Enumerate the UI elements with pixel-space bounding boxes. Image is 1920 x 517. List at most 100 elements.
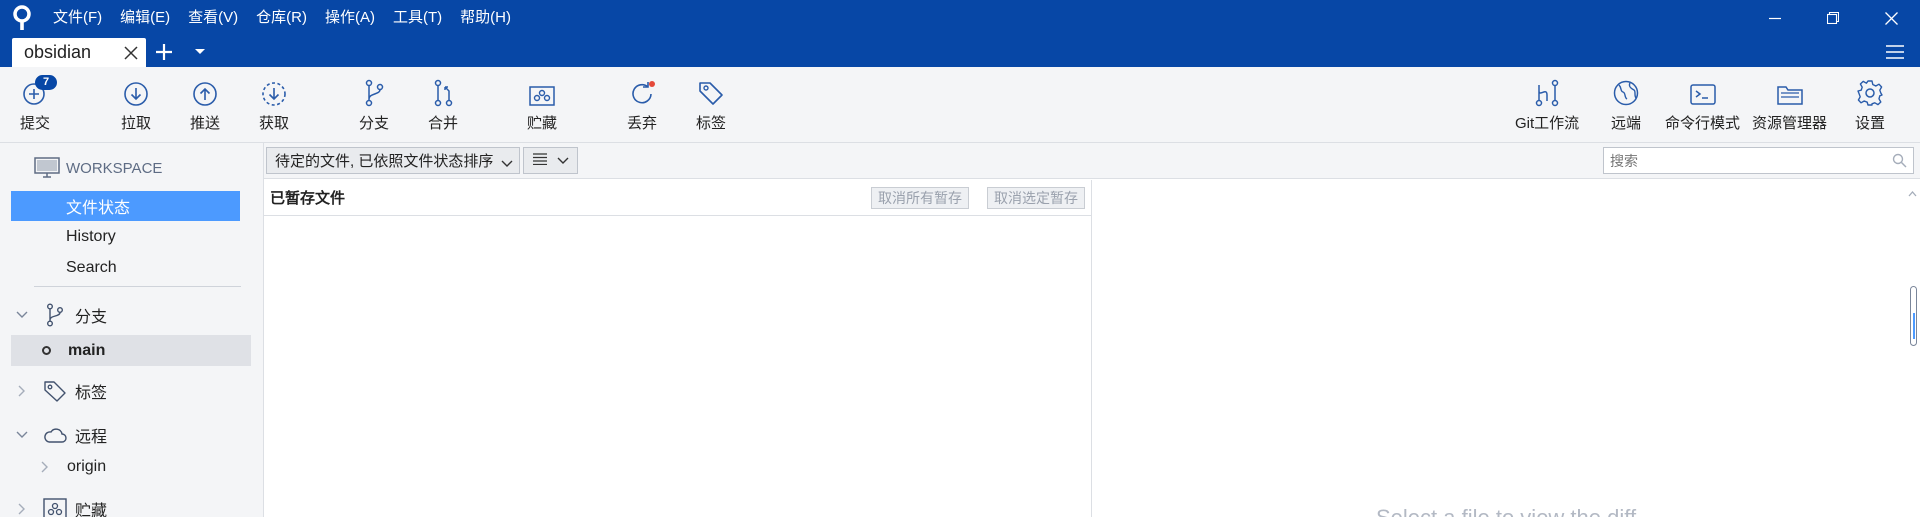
settings-label: 设置: [1854, 115, 1885, 132]
menu-tools[interactable]: 工具(T): [384, 0, 451, 36]
branch-item-main[interactable]: main: [11, 335, 251, 366]
git-flow-icon: [1517, 67, 1577, 107]
commit-count-badge: 7: [35, 75, 57, 90]
menu-help[interactable]: 帮助(H): [451, 0, 520, 36]
menu-repository[interactable]: 仓库(R): [247, 0, 316, 36]
sidebar-item-history[interactable]: History: [11, 222, 240, 252]
cloud-icon: [43, 423, 67, 447]
staged-files-title: 已暂存文件: [270, 190, 346, 207]
chevron-right-icon[interactable]: [15, 385, 29, 397]
history-label: History: [66, 228, 116, 245]
tab-list-chevron-down-icon[interactable]: [188, 40, 212, 64]
search-icon: [1892, 153, 1907, 171]
origin-label: origin: [67, 458, 107, 475]
close-icon[interactable]: [1862, 0, 1920, 36]
file-status-label: 文件状态: [66, 200, 131, 217]
branch-icon: [43, 303, 67, 327]
diff-panel: Select a file to view the diff: [1093, 180, 1920, 517]
explorer-button[interactable]: 资源管理器: [1752, 67, 1827, 143]
menu-view[interactable]: 查看(V): [179, 0, 247, 36]
remote-button[interactable]: 远端: [1596, 67, 1656, 143]
title-bar: 文件(F) 编辑(E) 查看(V) 仓库(R) 操作(A) 工具(T) 帮助(H…: [0, 0, 1920, 36]
stash-button[interactable]: 贮藏: [512, 67, 572, 143]
chevron-right-icon[interactable]: [15, 503, 29, 515]
file-status-filter-dropdown[interactable]: 待定的文件, 已依照文件状态排序: [266, 147, 520, 174]
chevron-down-icon[interactable]: [15, 311, 29, 319]
gear-icon: [1840, 67, 1900, 107]
diff-scrollbar[interactable]: [1904, 180, 1920, 517]
new-tab-plus-icon[interactable]: [150, 40, 178, 64]
tag-button[interactable]: 标签: [681, 67, 741, 143]
fetch-label: 获取: [258, 115, 289, 132]
push-arrow-up-icon: [175, 67, 235, 107]
stash-label: 贮藏: [526, 115, 557, 132]
current-branch-circle-icon: [42, 346, 51, 355]
repo-tab[interactable]: obsidian: [12, 38, 146, 67]
tag-icon: [681, 67, 741, 107]
folder-icon: [1760, 67, 1820, 107]
discard-refresh-icon: [612, 67, 672, 107]
restore-icon[interactable]: [1804, 0, 1862, 36]
window-controls: [1746, 0, 1920, 36]
menu-file[interactable]: 文件(F): [44, 0, 111, 36]
sidebar-section-remotes[interactable]: 远程: [11, 419, 251, 451]
menu-edit[interactable]: 编辑(E): [111, 0, 179, 36]
tag-icon: [43, 379, 67, 403]
branch-label: 分支: [358, 115, 389, 132]
commit-button[interactable]: 7 提交: [5, 67, 65, 143]
branch-button[interactable]: 分支: [344, 67, 404, 143]
view-mode-dropdown[interactable]: [523, 147, 578, 174]
terminal-icon: [1673, 67, 1733, 107]
chevron-down-icon[interactable]: [15, 431, 29, 439]
staged-files-panel: 已暂存文件 取消所有暂存 取消选定暂存: [264, 180, 1092, 517]
unstage-all-button[interactable]: 取消所有暂存: [871, 187, 969, 209]
repo-tab-label: obsidian: [24, 42, 92, 62]
diff-placeholder-text: Select a file to view the diff: [1376, 505, 1636, 517]
discard-button[interactable]: 丢弃: [612, 67, 672, 143]
tab-close-icon[interactable]: [122, 44, 140, 62]
terminal-button[interactable]: 命令行模式: [1665, 67, 1740, 143]
tag-label: 标签: [695, 115, 726, 132]
pull-button[interactable]: 拉取: [106, 67, 166, 143]
scrollbar-thumb[interactable]: [1910, 286, 1917, 346]
branch-name: main: [68, 341, 106, 359]
search-input[interactable]: [1610, 152, 1880, 169]
sidebar-item-file-status[interactable]: 文件状态: [11, 191, 240, 221]
menu-actions[interactable]: 操作(A): [316, 0, 384, 36]
fetch-dashed-arrow-icon: [244, 67, 304, 107]
discard-label: 丢弃: [626, 115, 657, 132]
merge-button[interactable]: 合并: [413, 67, 473, 143]
globe-icon: [1596, 67, 1656, 107]
push-button[interactable]: 推送: [175, 67, 235, 143]
remote-item-origin[interactable]: origin: [11, 453, 251, 481]
hamburger-menu-icon[interactable]: [1882, 40, 1908, 64]
commit-plus-icon: 7: [5, 67, 65, 107]
settings-button[interactable]: 设置: [1840, 67, 1900, 143]
minimize-icon[interactable]: [1746, 0, 1804, 36]
branches-label: 分支: [75, 309, 108, 326]
scroll-up-chevron-icon[interactable]: [1908, 184, 1917, 201]
fetch-button[interactable]: 获取: [244, 67, 304, 143]
chevron-down-icon: [501, 155, 513, 172]
sidebar-item-search[interactable]: Search: [11, 253, 240, 283]
sidebar-section-tags[interactable]: 标签: [11, 375, 251, 407]
git-flow-button[interactable]: Git工作流: [1515, 67, 1579, 143]
workspace-label: WORKSPACE: [66, 159, 163, 177]
monitor-icon: [34, 157, 60, 179]
workspace-header: WORKSPACE: [34, 157, 162, 179]
sidebar-section-branches[interactable]: 分支: [11, 299, 251, 331]
pull-label: 拉取: [120, 115, 151, 132]
sidebar-section-stashes[interactable]: 贮藏: [11, 493, 251, 517]
push-label: 推送: [189, 115, 220, 132]
merge-icon: [413, 67, 473, 107]
menu-bar: 文件(F) 编辑(E) 查看(V) 仓库(R) 操作(A) 工具(T) 帮助(H…: [44, 0, 520, 36]
unstage-selected-button[interactable]: 取消选定暂存: [987, 187, 1085, 209]
filter-bar: 待定的文件, 已依照文件状态排序: [264, 143, 1920, 179]
sidebar: WORKSPACE 文件状态 History Search 分支 main 标签: [0, 143, 264, 517]
stash-box-icon: [512, 67, 572, 107]
terminal-label: 命令行模式: [1665, 115, 1741, 132]
search-field[interactable]: [1603, 147, 1914, 174]
stashes-label: 贮藏: [75, 503, 108, 517]
chevron-right-icon[interactable]: [41, 461, 51, 473]
tab-bar: obsidian: [0, 36, 1920, 67]
